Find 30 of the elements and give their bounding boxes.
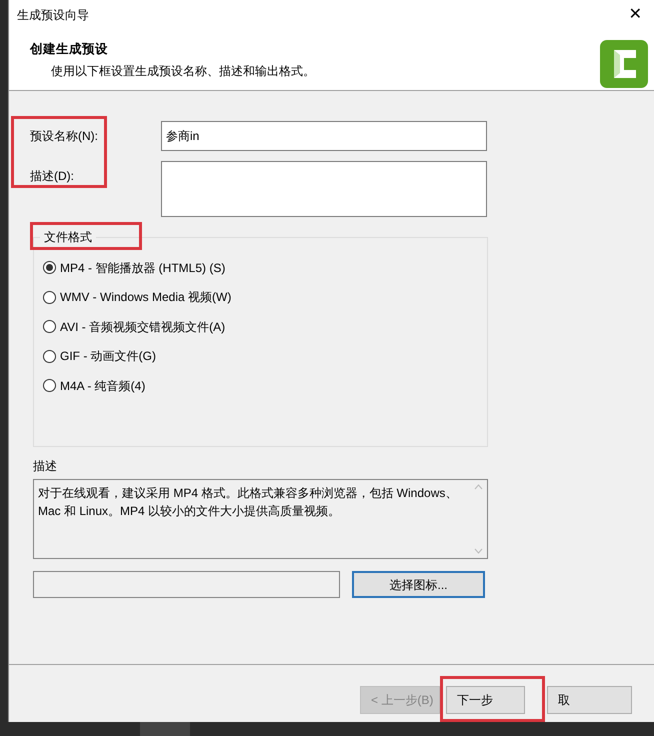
choose-icon-button[interactable]: 选择图标... bbox=[352, 571, 485, 598]
radio-option[interactable]: WMV - Windows Media 视频(W) bbox=[43, 282, 487, 312]
radio-option[interactable]: M4A - 纯音频(4) bbox=[43, 371, 487, 400]
window-title: 生成预设向导 bbox=[17, 7, 89, 24]
radio-label[interactable]: WMV - Windows Media 视频(W) bbox=[60, 288, 232, 306]
wizard-button[interactable]: 取 bbox=[547, 686, 632, 714]
radio-icon[interactable] bbox=[43, 261, 56, 274]
radio-icon[interactable] bbox=[43, 320, 56, 334]
field-label: 描述(D): bbox=[29, 168, 75, 185]
radio-icon[interactable] bbox=[43, 290, 56, 304]
radio-icon[interactable] bbox=[43, 350, 56, 363]
group-title: 文件格式 bbox=[40, 228, 96, 246]
radio-option[interactable]: AVI - 音频视频交错视频文件(A) bbox=[43, 312, 487, 342]
field-label: 预设名称(N): bbox=[29, 128, 99, 145]
name-field[interactable]: 参商in bbox=[161, 121, 487, 151]
radio-label[interactable]: AVI - 音频视频交错视频文件(A) bbox=[60, 318, 226, 336]
close-button[interactable]: ✕ bbox=[624, 7, 646, 23]
wizard-button[interactable]: 下一步 bbox=[446, 686, 525, 714]
radio-option[interactable]: MP4 - 智能播放器 (HTML5) (S) bbox=[43, 253, 487, 282]
radio-icon[interactable] bbox=[43, 379, 56, 392]
header-subtitle: 使用以下框设置生成预设名称、描述和输出格式。 bbox=[50, 62, 315, 80]
radio-label[interactable]: M4A - 纯音频(4) bbox=[60, 376, 146, 395]
description-heading: 描述 bbox=[33, 458, 58, 475]
description-text: 对于在线观看，建议采用 MP4 格式。此格式兼容多种浏览器，包括 Windows、Mac 和 Linux。MP4 以较小的文件大小提供高质量视频。 bbox=[38, 486, 458, 518]
header-title: 创建生成预设 bbox=[30, 41, 109, 58]
radio-label[interactable]: MP4 - 智能播放器 (HTML5) (S) bbox=[60, 258, 226, 277]
app-logo-icon bbox=[600, 40, 648, 88]
radio-label[interactable]: GIF - 动画文件(G) bbox=[60, 347, 156, 366]
radio-option[interactable]: GIF - 动画文件(G) bbox=[43, 342, 487, 371]
description-field[interactable] bbox=[161, 161, 487, 217]
